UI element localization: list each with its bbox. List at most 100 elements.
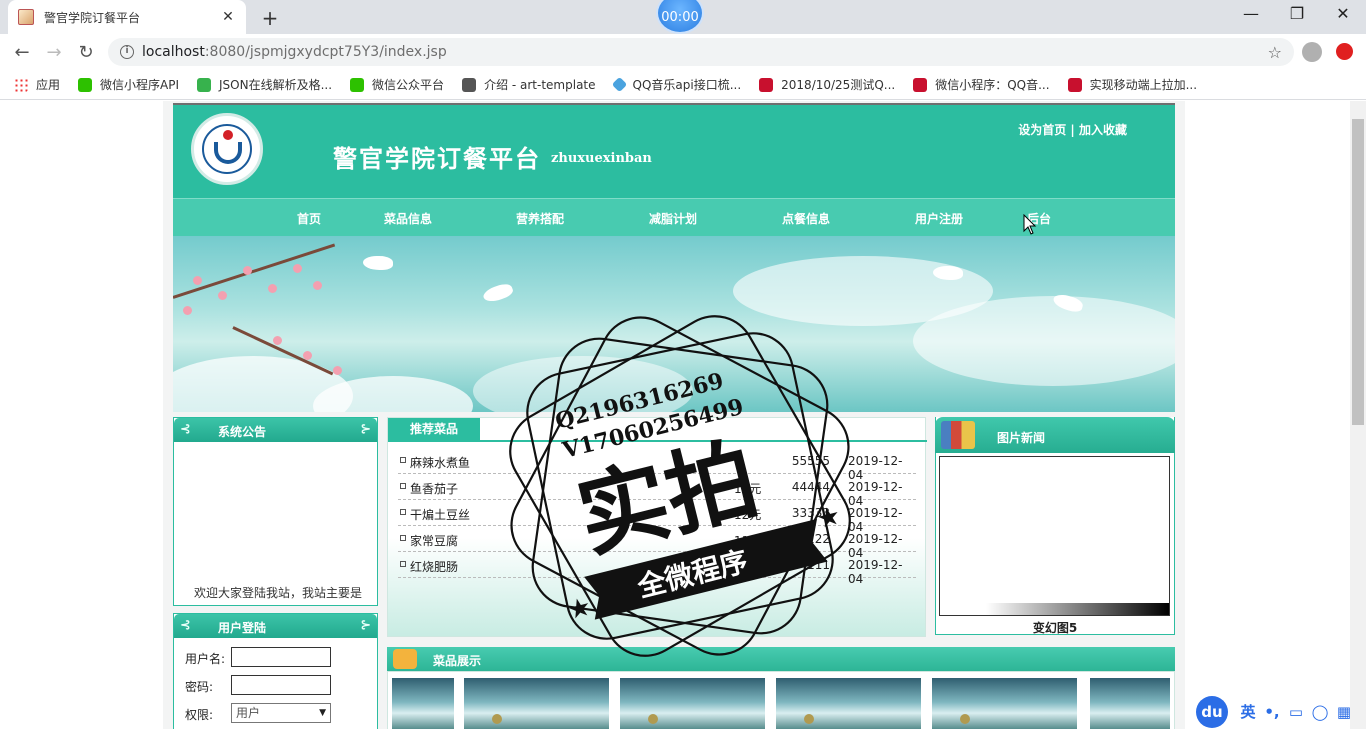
dish-count: 2222 bbox=[799, 532, 830, 546]
dish-count: 33333 bbox=[791, 506, 830, 520]
csdn-icon bbox=[1067, 77, 1082, 92]
recommend-title: 推荐菜品 bbox=[388, 418, 480, 440]
dish-thumbnail[interactable] bbox=[392, 678, 454, 729]
browser-tab[interactable]: 警官学院订餐平台 ✕ bbox=[8, 0, 246, 34]
ime-lang-toggle[interactable]: 英 bbox=[1236, 701, 1260, 722]
nav-diet-plan[interactable]: 减脂计划 bbox=[649, 210, 697, 227]
swirl-left-icon: ⊰ bbox=[180, 618, 191, 633]
role-label: 权限: bbox=[185, 708, 214, 722]
news-slideshow[interactable] bbox=[939, 456, 1170, 616]
bullet-icon bbox=[400, 457, 406, 463]
table-row[interactable]: 鱼香茄子 13元 44444 2019-12-04 bbox=[398, 474, 916, 508]
profile-avatar[interactable] bbox=[1302, 42, 1322, 62]
dish-thumbnail[interactable] bbox=[620, 678, 765, 729]
bookmark-star-icon[interactable]: ☆ bbox=[1268, 43, 1282, 62]
bookmark-item[interactable]: 微信小程序API bbox=[78, 76, 179, 93]
bookmark-label: QQ音乐api接口梳... bbox=[632, 78, 742, 92]
dish-name[interactable]: 鱼香茄子 bbox=[410, 480, 458, 497]
dish-date: 2019-12-04 bbox=[848, 558, 903, 586]
globe-icon bbox=[462, 77, 477, 92]
csdn-icon bbox=[913, 77, 928, 92]
swirl-right-icon: ⊱ bbox=[360, 618, 371, 633]
bookmark-item[interactable]: 微信小程序：QQ音... bbox=[913, 76, 1050, 93]
login-panel: ⊰ 用户登陆 ⊱ 用户名: 密码: 权限: 用户 ▼ bbox=[173, 613, 378, 729]
bookmark-item[interactable]: 实现移动端上拉加... bbox=[1067, 76, 1198, 93]
window-close-icon[interactable]: ✕ bbox=[1328, 4, 1358, 23]
bookmark-label: 微信小程序API bbox=[100, 78, 180, 92]
chevron-down-icon: ▼ bbox=[319, 708, 326, 718]
table-row[interactable]: 麻辣水煮鱼 55555 2019-12-04 bbox=[398, 448, 916, 482]
new-tab-button[interactable]: + bbox=[260, 6, 280, 30]
url-input[interactable]: i localhost :8080/jspmjgxydcpt75Y3/index… bbox=[108, 38, 1294, 66]
tab-close-icon[interactable]: ✕ bbox=[220, 9, 236, 25]
dishes-gallery bbox=[387, 671, 1175, 729]
minimize-icon[interactable]: — bbox=[1236, 4, 1266, 23]
nav-register[interactable]: 用户注册 bbox=[915, 210, 963, 227]
login-header: ⊰ 用户登陆 ⊱ bbox=[174, 614, 377, 638]
dish-thumbnail[interactable] bbox=[932, 678, 1077, 729]
restore-icon[interactable]: ❐ bbox=[1282, 4, 1312, 23]
role-select[interactable]: 用户 ▼ bbox=[231, 703, 331, 723]
bookmark-item[interactable]: JSON在线解析及格... bbox=[197, 76, 332, 93]
nav-home[interactable]: 首页 bbox=[297, 210, 321, 227]
site-info-icon[interactable]: i bbox=[120, 45, 134, 59]
baidu-ime-logo[interactable]: du bbox=[1196, 695, 1228, 728]
table-row[interactable]: 家常豆腐 11元 2222 2019-12-04 bbox=[398, 526, 916, 560]
dish-thumbnail[interactable] bbox=[1090, 678, 1170, 729]
username-input[interactable] bbox=[231, 647, 331, 667]
bookmark-item[interactable]: 2018/10/25测试Q... bbox=[759, 76, 895, 93]
forward-icon[interactable]: → bbox=[42, 40, 66, 64]
scrollbar-thumb[interactable] bbox=[1352, 119, 1364, 425]
ime-user-icon[interactable]: ◯ bbox=[1308, 703, 1332, 721]
site-title: 警官学院订餐平台 bbox=[333, 144, 541, 173]
nav-orders[interactable]: 点餐信息 bbox=[782, 210, 830, 227]
json-icon bbox=[197, 77, 212, 92]
bullet-icon bbox=[400, 561, 406, 567]
bookmark-label: 微信公众平台 bbox=[372, 78, 445, 92]
recommend-panel: 推荐菜品 麻辣水煮鱼 55555 2019-12-04 鱼香茄子 13元 444… bbox=[387, 417, 927, 637]
nav-nutrition[interactable]: 营养搭配 bbox=[516, 210, 564, 227]
bookmark-item[interactable]: 微信公众平台 bbox=[350, 76, 444, 93]
ime-punct-toggle[interactable]: •, bbox=[1260, 703, 1284, 721]
notice-title: 系统公告 bbox=[218, 425, 267, 439]
swirl-left-icon: ⊰ bbox=[180, 422, 191, 437]
swirl-right-icon: ⊱ bbox=[360, 422, 371, 437]
dish-price: 12元 bbox=[734, 508, 762, 522]
bookmark-label: 应用 bbox=[36, 78, 61, 92]
dish-name[interactable]: 红烧肥肠 bbox=[410, 558, 458, 575]
notice-text: 欢迎大家登陆我站，我站主要是 bbox=[194, 586, 363, 600]
dish-thumbnail[interactable] bbox=[464, 678, 609, 729]
ime-grid-icon[interactable]: ▦ bbox=[1332, 703, 1356, 721]
password-input[interactable] bbox=[231, 675, 331, 695]
dish-thumbnail[interactable] bbox=[776, 678, 921, 729]
bookmarks-bar: 应用 微信小程序API JSON在线解析及格... 微信公众平台 介绍 - ar… bbox=[0, 70, 1366, 100]
header-links[interactable]: 设为首页 | 加入收藏 bbox=[1018, 121, 1127, 138]
news-caption[interactable]: 变幻图5 bbox=[935, 619, 1175, 636]
browser-tabbar: 警官学院订餐平台 ✕ + 00:00 — ❐ ✕ bbox=[0, 0, 1366, 34]
page-viewport: 警官学院订餐平台 zhuxuexinban 设为首页 | 加入收藏 首页 菜品信… bbox=[0, 101, 1350, 729]
page-scrollbar[interactable] bbox=[1350, 101, 1366, 729]
nav-dishes[interactable]: 菜品信息 bbox=[384, 210, 432, 227]
wechat-icon bbox=[350, 77, 365, 92]
extension-icon[interactable] bbox=[1336, 43, 1353, 60]
bookmark-item[interactable]: 介绍 - art-template bbox=[462, 76, 596, 93]
books-icon bbox=[941, 421, 975, 449]
dish-count: 55555 bbox=[791, 454, 830, 468]
qq-music-icon bbox=[611, 76, 627, 93]
news-header: 图片新闻 bbox=[935, 417, 1175, 453]
bookmark-apps[interactable]: 应用 bbox=[14, 76, 60, 93]
dish-name[interactable]: 干煸土豆丝 bbox=[410, 506, 470, 523]
table-row[interactable]: 干煸土豆丝 12元 33333 2019-12-04 bbox=[398, 500, 916, 534]
dish-name[interactable]: 家常豆腐 bbox=[410, 532, 458, 549]
ime-keyboard-icon[interactable]: ▭ bbox=[1284, 703, 1308, 721]
table-row[interactable]: 红烧肥肠 10元 111 2019-12-04 bbox=[398, 552, 916, 586]
reload-icon[interactable]: ↻ bbox=[74, 40, 98, 64]
back-icon[interactable]: ← bbox=[10, 40, 34, 64]
notice-panel: ⊰ 系统公告 ⊱ 欢迎大家登陆我站，我站主要是 bbox=[173, 417, 378, 606]
dish-name[interactable]: 麻辣水煮鱼 bbox=[410, 454, 470, 471]
dishes-title: 菜品展示 bbox=[433, 654, 482, 668]
school-logo bbox=[191, 113, 263, 185]
news-title: 图片新闻 bbox=[997, 431, 1046, 445]
bookmark-item[interactable]: QQ音乐api接口梳... bbox=[611, 76, 742, 93]
bookmark-label: 实现移动端上拉加... bbox=[1089, 78, 1198, 92]
